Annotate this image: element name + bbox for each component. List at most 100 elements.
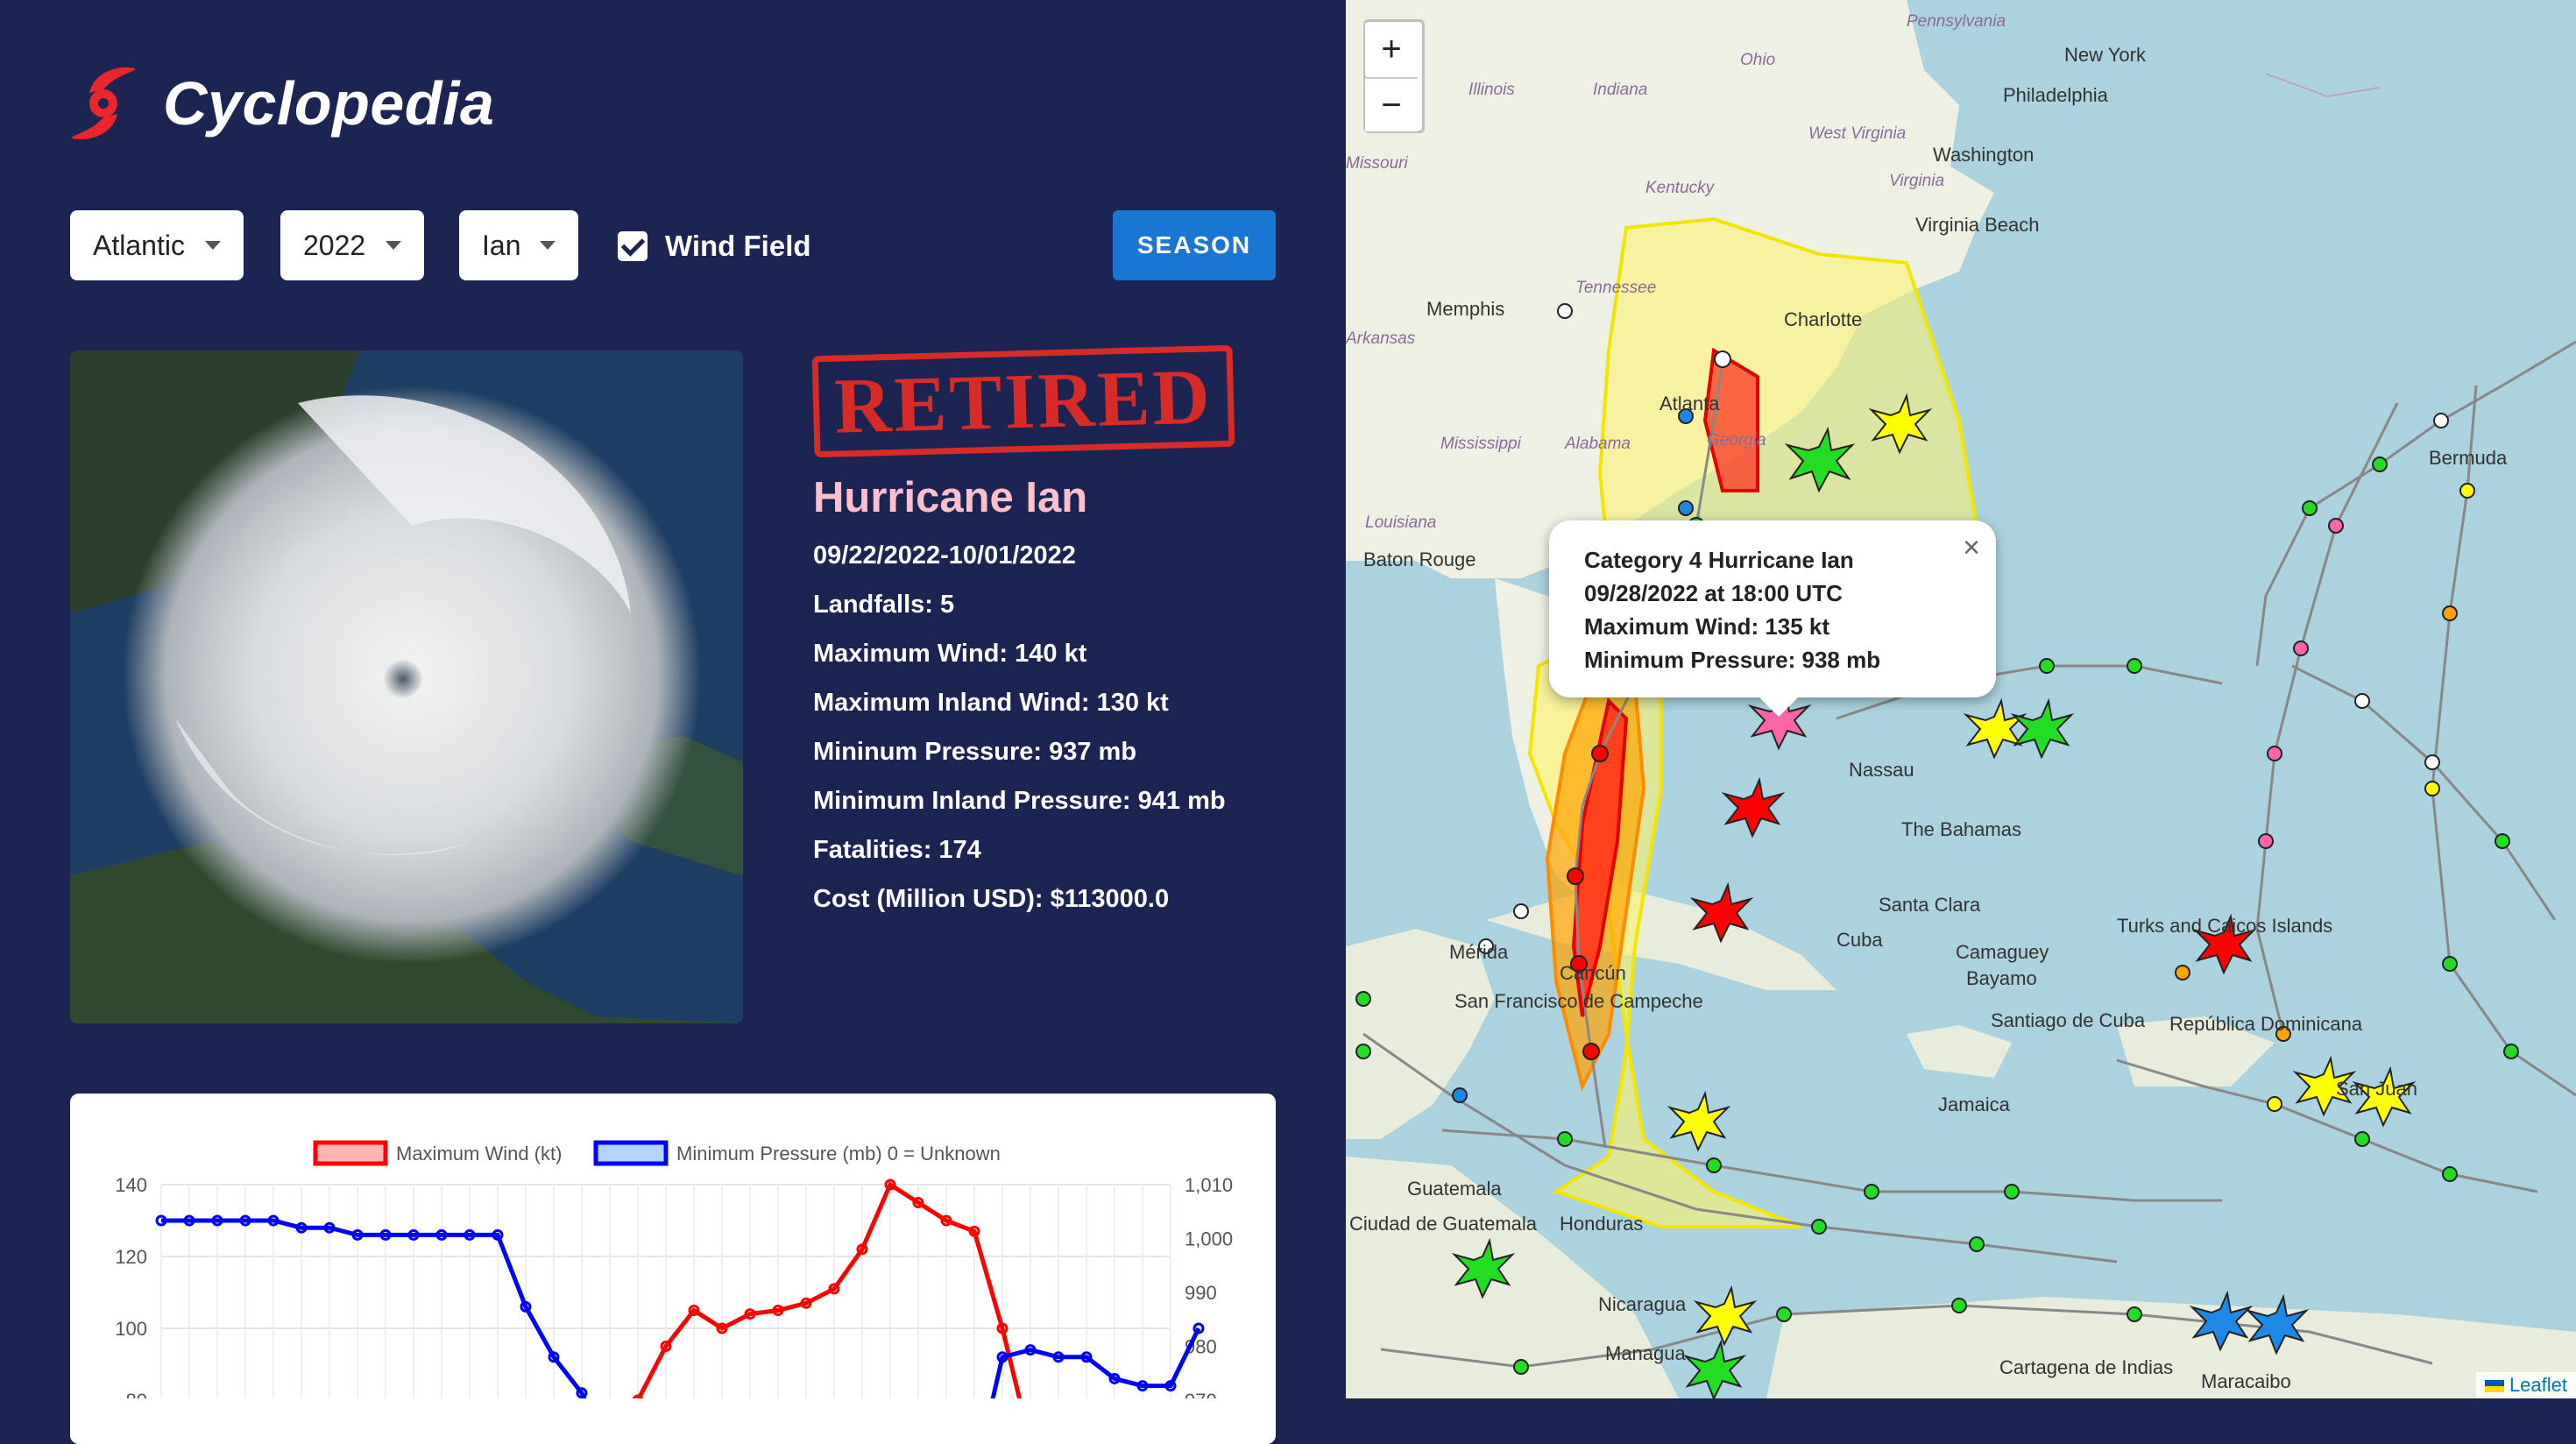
basin-value: Atlantic bbox=[93, 229, 185, 261]
ukraine-flag-icon bbox=[2484, 1380, 2504, 1393]
map-state-mississippi: Mississippi bbox=[1440, 435, 1521, 453]
cost-stat: Cost (Million USD): $113000.0 bbox=[813, 885, 1170, 913]
map-label-turks-and-caicos: Turks and Caicos Islands bbox=[2117, 915, 2333, 937]
left-axis-tick: 80 bbox=[126, 1390, 147, 1398]
chevron-down-icon bbox=[205, 241, 221, 250]
chevron-down-icon bbox=[540, 241, 556, 250]
map-label-baton-rouge: Baton Rouge bbox=[1363, 549, 1476, 570]
app-title: Cyclopedia bbox=[163, 69, 495, 138]
map-label-cartagena-de-indias: Cartagena de Indias bbox=[1999, 1356, 2174, 1378]
map-label-washington: Washington bbox=[1933, 144, 2035, 166]
jamaica-land bbox=[1907, 1025, 2012, 1078]
map-label-bayamo: Bayamo bbox=[1966, 967, 2037, 989]
leaflet-label: Leaflet bbox=[2509, 1374, 2567, 1396]
map-label-santa-clara: Santa Clara bbox=[1879, 894, 1981, 916]
chart-canvas: 140120100801,0101,000990980970Maximum Wi… bbox=[115, 1140, 1233, 1444]
year-select[interactable]: 2022 bbox=[280, 210, 424, 280]
legend-label-pressure: Minimum Pressure (mb) 0 = Unknown bbox=[676, 1143, 1001, 1164]
map-state-indiana: Indiana bbox=[1593, 81, 1648, 99]
max-inland-wind-stat: Maximum Inland Wind: 130 kt bbox=[813, 689, 1169, 717]
storm-title: Hurricane Ian bbox=[813, 474, 1088, 521]
map-label-republica-dominicana: República Dominicana bbox=[2169, 1013, 2363, 1035]
left-axis-tick: 100 bbox=[115, 1318, 147, 1340]
left-axis-tick: 140 bbox=[115, 1174, 147, 1196]
map-state-louisiana: Louisiana bbox=[1365, 513, 1437, 532]
left-axis-tick: 120 bbox=[115, 1246, 147, 1268]
map-label-the-bahamas: The Bahamas bbox=[1901, 818, 2021, 840]
season-button[interactable]: SEASON bbox=[1113, 210, 1276, 280]
right-axis-tick: 990 bbox=[1185, 1282, 1217, 1304]
map-label-camaguey: Camaguey bbox=[1956, 941, 2049, 963]
map-label-honduras: Honduras bbox=[1560, 1213, 1644, 1235]
chevron-down-icon bbox=[386, 241, 401, 250]
map-label-new-york: New York bbox=[2064, 44, 2146, 66]
map-canvas[interactable] bbox=[1346, 0, 2576, 1398]
map-label-santiago-de-cuba: Santiago de Cuba bbox=[1991, 1009, 2146, 1031]
map-state-pennsylvania: Pennsylvania bbox=[1907, 12, 2006, 31]
south-america-land bbox=[1766, 1297, 2576, 1398]
fatalities-stat: Fatalities: 174 bbox=[813, 836, 981, 864]
map-label-philadelphia: Philadelphia bbox=[2003, 84, 2108, 106]
zoom-in-button[interactable]: + bbox=[1365, 23, 1418, 75]
checkbox-checked-icon[interactable] bbox=[618, 231, 648, 261]
storm-value: Ian bbox=[482, 229, 521, 261]
legend-swatch-wind bbox=[313, 1140, 388, 1166]
intensity-chart: 140120100801,0101,000990980970Maximum Wi… bbox=[70, 1094, 1276, 1444]
map-panel[interactable]: New York Philadelphia Washington Virgini… bbox=[1346, 0, 2576, 1398]
popup-max-wind: Maximum Wind: 135 kt bbox=[1584, 613, 1830, 640]
map-label-atlanta: Atlanta bbox=[1660, 393, 1720, 414]
map-label-san-juan: San Juan bbox=[2336, 1078, 2417, 1100]
map-state-alabama: Alabama bbox=[1565, 435, 1631, 453]
storm-select[interactable]: Ian bbox=[459, 210, 578, 280]
map-label-merida: Mérida bbox=[1449, 941, 1509, 963]
basin-select[interactable]: Atlantic bbox=[70, 210, 244, 280]
min-pressure-stat: Mininum Pressure: 937 mb bbox=[813, 738, 1137, 766]
map-state-kentucky: Kentucky bbox=[1645, 179, 1715, 197]
map-state-georgia: Georgia bbox=[1707, 431, 1766, 449]
map-state-tennessee: Tennessee bbox=[1575, 279, 1657, 297]
map-label-ciudad-de-guatemala: Ciudad de Guatemala bbox=[1349, 1213, 1538, 1235]
sidebar-panel: Cyclopedia Atlantic 2022 Ian Wind Field … bbox=[0, 0, 1346, 1444]
map-label-maracaibo: Maracaibo bbox=[2201, 1370, 2291, 1392]
hurricane-logo-icon bbox=[71, 67, 136, 140]
map-state-virginia: Virginia bbox=[1889, 172, 1945, 190]
popup-datetime: 09/28/2022 at 18:00 UTC bbox=[1584, 580, 1843, 606]
storm-dates: 09/22/2022-10/01/2022 bbox=[813, 542, 1076, 570]
wind-field-label: Wind Field bbox=[665, 230, 811, 262]
map-state-ohio: Ohio bbox=[1740, 51, 1776, 69]
popup-category: Category 4 Hurricane Ian bbox=[1584, 547, 1854, 573]
attribution-link[interactable]: Leaflet bbox=[2475, 1372, 2576, 1398]
year-value: 2022 bbox=[303, 229, 366, 261]
right-axis-tick: 970 bbox=[1185, 1390, 1217, 1398]
map-label-memphis: Memphis bbox=[1426, 298, 1505, 320]
storm-track-9 bbox=[2291, 664, 2557, 921]
map-state-missouri: Missouri bbox=[1346, 154, 1408, 173]
map-label-jamaica: Jamaica bbox=[1938, 1094, 2010, 1115]
map-label-cancun: Cancún bbox=[1560, 962, 1626, 984]
right-axis-tick: 1,000 bbox=[1185, 1228, 1233, 1250]
map-label-virginia-beach: Virginia Beach bbox=[1915, 214, 2040, 236]
zoom-out-button[interactable]: − bbox=[1365, 77, 1418, 131]
map-label-managua: Managua bbox=[1605, 1342, 1686, 1364]
retired-stamp: RETIRED bbox=[811, 344, 1235, 458]
map-state-illinois: Illinois bbox=[1468, 81, 1515, 99]
map-state-arkansas: Arkansas bbox=[1346, 329, 1416, 348]
close-icon[interactable]: × bbox=[1963, 531, 1980, 565]
map-label-bermuda: Bermuda bbox=[2429, 447, 2508, 469]
landfalls-stat: Landfalls: 5 bbox=[813, 591, 955, 619]
map-label-nassau: Nassau bbox=[1849, 759, 1914, 781]
map-label-cuba: Cuba bbox=[1836, 929, 1883, 951]
map-state-west-virginia: West Virginia bbox=[1808, 124, 1907, 143]
map-label-nicaragua: Nicaragua bbox=[1598, 1293, 1687, 1315]
cuba-land bbox=[1486, 885, 1836, 990]
wind-field-toggle[interactable]: Wind Field bbox=[618, 230, 811, 263]
storm-track-6 bbox=[2431, 385, 2576, 1097]
map-label-guatemala: Guatemala bbox=[1407, 1178, 1502, 1200]
legend-swatch-pressure bbox=[593, 1140, 669, 1166]
map-label-san-francisco-de-campeche: San Francisco de Campeche bbox=[1454, 990, 1703, 1012]
right-axis-tick: 1,010 bbox=[1185, 1174, 1233, 1196]
storm-popup: × Category 4 Hurricane Ian 09/28/2022 at… bbox=[1549, 520, 1996, 717]
series-line bbox=[608, 1181, 1033, 1444]
max-wind-stat: Maximum Wind: 140 kt bbox=[813, 640, 1087, 668]
min-inland-pressure-stat: Minimum Inland Pressure: 941 mb bbox=[813, 787, 1226, 815]
